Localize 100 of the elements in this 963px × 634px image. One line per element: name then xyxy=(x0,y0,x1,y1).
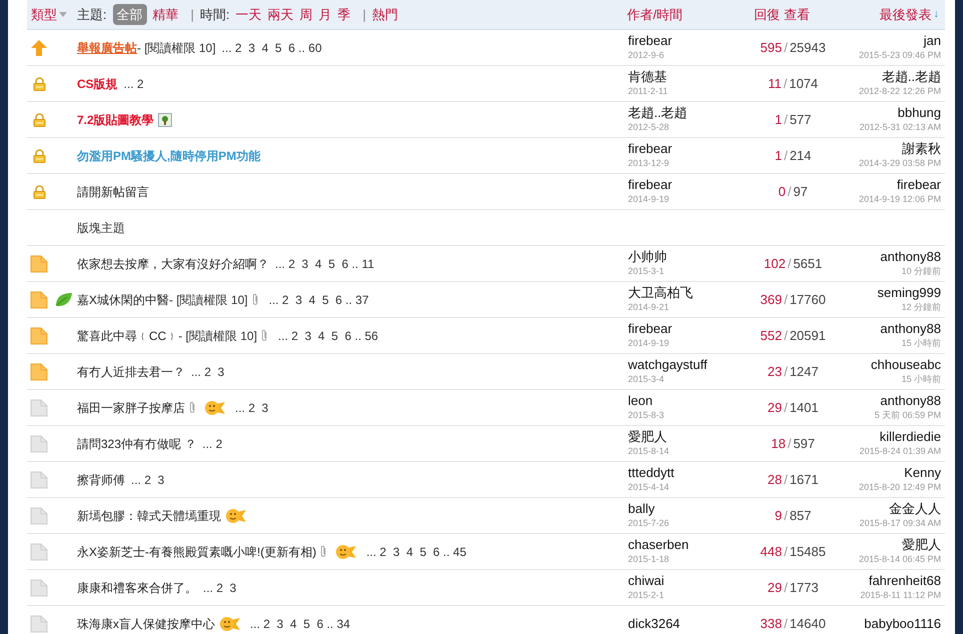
last-post-header[interactable]: 最後發表 xyxy=(880,4,932,24)
time-label: 時間: xyxy=(200,6,230,24)
view-count: 17760 xyxy=(790,290,826,309)
topic-filter[interactable]: 全部 xyxy=(112,4,147,26)
page-links[interactable]: ... 2 3 4 5 6 .. 60 xyxy=(222,38,322,56)
last-poster[interactable]: 愛肥人 xyxy=(902,538,941,552)
time-filter[interactable]: 兩天 xyxy=(268,4,294,24)
thread-title[interactable]: CS版規 xyxy=(77,74,118,92)
page-links[interactable]: ... 2 3 4 5 6 .. 34 xyxy=(250,614,350,632)
last-poster[interactable]: bbhung xyxy=(898,106,941,120)
author-name[interactable]: firebear xyxy=(628,34,738,48)
author-name[interactable]: chaserben xyxy=(628,538,738,552)
replies-header[interactable]: 回復 xyxy=(754,4,780,24)
author-name[interactable]: 小帅帅 xyxy=(628,250,738,264)
thread-title[interactable]: 擦背师傅 xyxy=(77,470,125,488)
reply-count: 369 xyxy=(760,290,782,309)
time-filter[interactable]: 月 xyxy=(318,4,332,24)
thread-title[interactable]: 依家想去按摩，大家有沒好介紹啊？ xyxy=(77,254,269,272)
thread-title[interactable]: 嘉X城休閑的中醫 xyxy=(77,290,170,308)
time-filter[interactable]: 季 xyxy=(338,4,351,24)
last-poster[interactable]: fahrenheit68 xyxy=(868,574,941,588)
thread-title[interactable]: 珠海康x盲人保健按摩中心 xyxy=(77,614,215,632)
page-links[interactable]: ... 2 3 4 5 6 .. 37 xyxy=(268,290,369,308)
author-name[interactable]: 愛肥人 xyxy=(628,430,738,444)
author-name[interactable]: firebear xyxy=(628,322,738,336)
author-name[interactable]: firebear xyxy=(628,142,738,156)
thread-title[interactable]: 福田一家胖子按摩店 xyxy=(77,398,185,416)
separator: | xyxy=(362,6,366,24)
last-post-time: 2015-8-11 11:12 PM xyxy=(860,588,941,602)
last-post-time: 2015-8-17 09:34 AM xyxy=(859,516,941,530)
last-poster[interactable]: killerdiedie xyxy=(880,430,941,444)
view-count: 20591 xyxy=(790,326,826,345)
reply-count: 1 xyxy=(774,110,782,129)
last-poster[interactable]: firebear xyxy=(896,178,941,192)
reply-count: 23 xyxy=(767,362,782,381)
reply-count: 0 xyxy=(778,182,786,201)
last-poster[interactable]: seming999 xyxy=(877,286,941,300)
separator: / xyxy=(784,506,788,525)
thread-title[interactable]: 有冇人近排去君一？ xyxy=(77,362,185,380)
page-links[interactable]: ... 2 3 xyxy=(131,470,164,488)
author-name[interactable]: 老趙..老趙 xyxy=(628,106,738,120)
topic-filter[interactable]: 精華 xyxy=(152,4,179,24)
last-poster[interactable]: 謝素秋 xyxy=(902,142,941,156)
last-poster[interactable]: 老趙..老趙 xyxy=(882,70,941,84)
author-name[interactable]: dick3264 xyxy=(628,616,738,630)
reply-count: 29 xyxy=(767,578,782,597)
author-name[interactable]: ttteddytt xyxy=(628,466,738,480)
post-date: 2013-12-9 xyxy=(628,156,670,170)
views-header[interactable]: 查看 xyxy=(784,4,810,24)
last-poster[interactable]: babyboo1116 xyxy=(864,616,941,630)
thread-title[interactable]: 7.2版貼圖教學 xyxy=(77,110,154,128)
post-date: 2014-9-19 xyxy=(628,336,670,350)
hot-filter[interactable]: 熱門 xyxy=(372,4,398,24)
thread-title[interactable]: 舉報廣告帖 xyxy=(77,38,137,56)
view-count: 25943 xyxy=(790,38,826,57)
view-count: 15485 xyxy=(790,542,826,561)
page-links[interactable]: ... 2 3 4 5 6 .. 45 xyxy=(366,542,466,560)
last-poster[interactable]: chhouseabc xyxy=(870,358,941,372)
thread-title[interactable]: 新墕包膠：韓式天體墕重現 xyxy=(77,506,221,524)
reply-count: 1 xyxy=(774,146,782,165)
time-filter[interactable]: 周 xyxy=(300,4,313,24)
last-poster[interactable]: jan xyxy=(924,34,941,48)
reply-count: 28 xyxy=(767,470,782,489)
view-count: 1074 xyxy=(789,74,818,93)
post-date: 2012-5-28 xyxy=(628,120,670,134)
author-name[interactable]: 肯德基 xyxy=(628,70,738,84)
page-links[interactable]: ... 2 3 4 5 6 .. 11 xyxy=(275,254,374,272)
page-links[interactable]: ... 2 3 4 5 6 .. 56 xyxy=(278,326,378,344)
thread-title[interactable]: 請問323仲有冇做呢 ？ xyxy=(77,434,196,452)
thread-title[interactable]: 康康和禮客來合併了。 xyxy=(77,578,197,596)
post-date: 2015-8-3 xyxy=(628,408,666,422)
thread-title[interactable]: 請開新帖留言 xyxy=(77,182,149,200)
last-poster[interactable]: Kenny xyxy=(904,466,941,480)
last-post-time: 2015-8-24 01:39 AM xyxy=(859,444,941,458)
last-poster[interactable]: anthony88 xyxy=(880,322,941,336)
last-poster[interactable]: 金金人人 xyxy=(889,502,941,516)
author-name[interactable]: bally xyxy=(628,502,738,516)
thread-title[interactable]: 驚喜此中尋﹛CC﹜ xyxy=(77,326,178,344)
last-poster[interactable]: anthony88 xyxy=(880,250,941,264)
thread-title[interactable]: 永X姿新芝士-有養熊殿質素嘅小啤!(更新有相) xyxy=(77,542,316,560)
time-filter[interactable]: 一天 xyxy=(236,4,262,24)
author-name[interactable]: chiwai xyxy=(628,574,738,588)
permission-note: - [閱讀權限 10] xyxy=(178,328,258,344)
separator: / xyxy=(784,146,788,165)
post-date: 2014-9-19 xyxy=(628,192,670,206)
last-poster[interactable]: anthony88 xyxy=(880,394,941,408)
type-filter[interactable]: 類型 xyxy=(31,4,67,24)
author-name[interactable]: firebear xyxy=(628,178,738,192)
reply-count: 9 xyxy=(774,506,782,525)
page-links[interactable]: ... 2 3 xyxy=(235,398,268,416)
page-links[interactable]: ... 2 3 xyxy=(191,362,224,380)
author-name[interactable]: leon xyxy=(628,394,738,408)
author-name[interactable]: 大卫高柏飞 xyxy=(628,286,738,300)
page-links[interactable]: ... 2 xyxy=(202,434,222,452)
post-date: 2015-8-14 xyxy=(628,444,670,458)
author-name[interactable]: watchgaystuff xyxy=(628,358,738,372)
page-links[interactable]: ... 2 xyxy=(124,74,144,92)
post-date: 2015-7-26 xyxy=(628,516,670,530)
page-links[interactable]: ... 2 3 xyxy=(203,578,236,596)
author-time-header[interactable]: 作者/時間 xyxy=(627,4,727,24)
